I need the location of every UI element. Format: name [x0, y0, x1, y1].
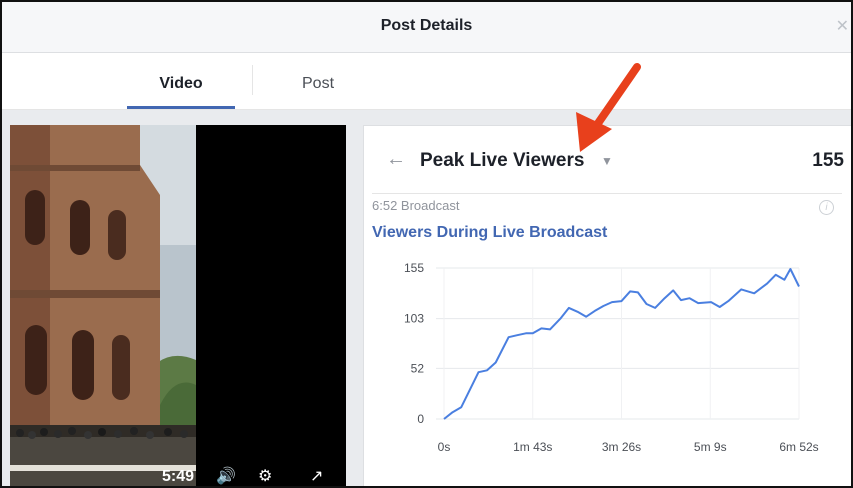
metric-value: 155 — [812, 150, 844, 171]
active-tab-indicator — [127, 106, 235, 109]
video-frame — [10, 125, 196, 486]
x-tick-label: 0s — [438, 440, 451, 454]
chart-title: Viewers During Live Broadcast — [372, 224, 608, 241]
divider — [372, 193, 842, 194]
video-player[interactable]: 5:49 🔊 ⚙ ↗ — [10, 125, 346, 486]
video-time: 5:49 — [162, 468, 195, 485]
y-tick-label: 0 — [417, 412, 424, 426]
tab-video[interactable]: Video — [127, 75, 235, 93]
x-tick-label: 6m 52s — [779, 440, 818, 454]
post-details-dialog: Post Details ✕ Video Post 5:49 🔊 ⚙ ↗ ← P… — [0, 0, 853, 488]
back-arrow-icon[interactable]: ← — [386, 148, 406, 171]
tab-divider — [252, 65, 253, 95]
tab-bar: Video Post — [2, 53, 851, 110]
x-tick-label: 1m 43s — [513, 440, 552, 454]
tab-post[interactable]: Post — [302, 75, 334, 93]
viewers-line-chart: 0 52 103 155 0s 1m 43s 3m 26s 5m 9s 6m 52s — [404, 261, 819, 454]
close-icon[interactable]: ✕ — [836, 16, 849, 36]
volume-icon[interactable]: 🔊 — [216, 466, 236, 486]
video-controls: 5:49 🔊 ⚙ ↗ — [10, 466, 346, 486]
broadcast-duration: 6:52 Broadcast — [372, 198, 460, 213]
gear-icon[interactable]: ⚙ — [258, 466, 272, 486]
info-icon[interactable]: i — [819, 200, 834, 215]
y-tick-label: 155 — [404, 261, 424, 275]
expand-icon[interactable]: ↗ — [310, 466, 323, 486]
y-tick-label: 52 — [411, 361, 425, 375]
annotation-arrow — [576, 63, 641, 152]
x-tick-label: 5m 9s — [694, 440, 727, 454]
x-tick-label: 3m 26s — [602, 440, 641, 454]
y-tick-label: 103 — [404, 312, 424, 326]
dialog-title: Post Details — [380, 17, 473, 34]
insights-panel: ← Peak Live Viewers ▼ 155 6:52 Broadcast… — [363, 125, 851, 486]
metric-selector[interactable]: Peak Live Viewers — [420, 150, 584, 172]
dialog-header: Post Details ✕ — [2, 2, 851, 53]
